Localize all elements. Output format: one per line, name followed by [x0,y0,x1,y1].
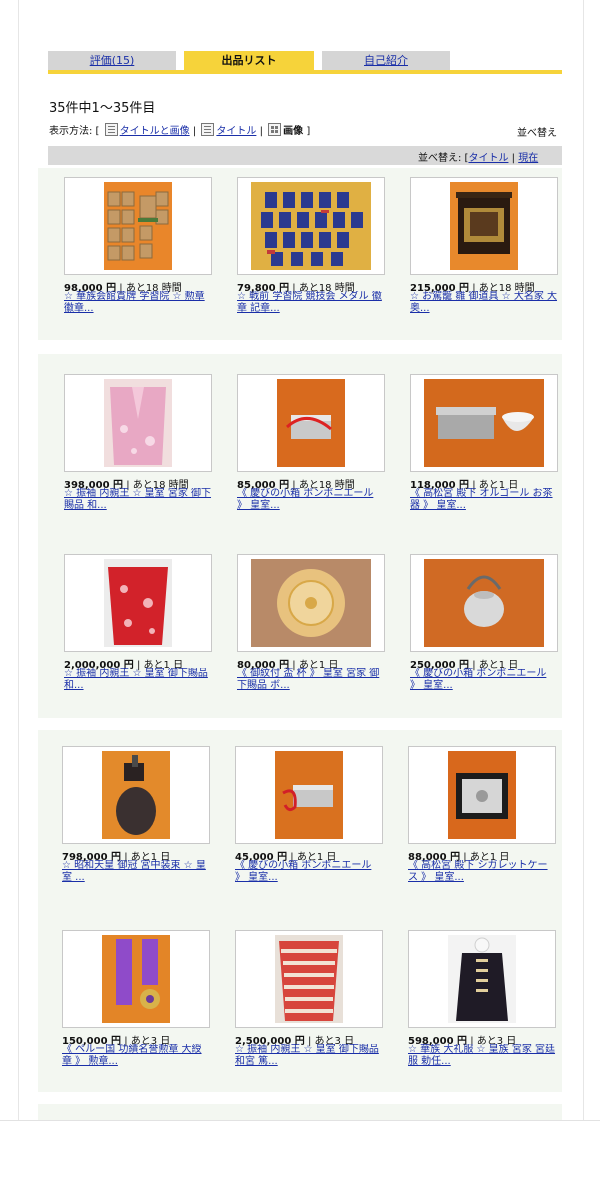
view-title-image-link[interactable]: タイトルと画像 [120,126,190,137]
sort-title-link[interactable]: タイトル [468,153,508,164]
item-title-link[interactable]: 《 ペルー国 功績名誉勲章 大綬章 》 勲章... [62,1044,210,1068]
item-thumbnail[interactable] [410,177,558,275]
separator: | [192,126,197,137]
silver-pot-photo [424,559,544,647]
item-title-link[interactable]: ☆ 振袖 内親王 ☆ 皇室 御下賜品 和... [64,668,212,692]
item-title-link[interactable]: ☆ 華族 大礼服 ☆ 皇族 宮家 宮廷服 勅任... [408,1044,556,1068]
item-title-link[interactable]: 《 慶びの小箱 ボンボニエール 》 皇室... [235,860,383,884]
striped-kimono-photo [275,935,343,1023]
item-title-link[interactable]: 《 御紋付 盃 杯 》 皇室 宮家 御下賜品 ボ... [237,668,385,692]
list-image-icon[interactable] [104,123,118,136]
item-thumbnail[interactable] [64,554,212,652]
item-group: 398,000 円 | あと18 時間 ☆ 振袖 内親王 ☆ 皇室 宮家 御下賜… [38,354,562,718]
tab-listings[interactable]: 出品リスト [184,51,314,70]
tab-profile-label[interactable]: 自己紹介 [364,54,408,67]
item-title-link[interactable]: ☆ 振袖 内親王 ☆ 皇室 御下賜品 和宮 篤... [235,1044,383,1068]
tiles-photo [104,182,172,270]
court-uniform-photo [448,935,516,1023]
bracket: ] [306,126,311,137]
item-thumbnail[interactable] [408,746,556,844]
item-thumbnail[interactable] [62,746,210,844]
sort-current-link[interactable]: 現在 [518,153,538,164]
item-thumbnail[interactable] [235,930,383,1028]
tab-profile[interactable]: 自己紹介 [322,51,450,70]
separator: | [511,153,516,164]
silver-box-photo [275,751,343,839]
view-image-current: 画像 [283,126,304,137]
silver-box-photo [277,379,345,467]
item-title-link[interactable]: 《 慶びの小箱 ボンボニエール 》 皇室... [410,668,558,692]
item-title-link[interactable]: ☆ 昭和天皇 御冠 宮中装束 ☆ 皇室 ... [62,860,210,884]
item-thumbnail[interactable] [64,374,212,472]
cigarette-case-photo [448,751,516,839]
cup-photo [251,559,371,647]
list-icon[interactable] [201,123,215,136]
item-title-link[interactable]: ☆ 振袖 内親王 ☆ 皇室 宮家 御下賜品 和... [64,488,212,512]
sort-bar: 並べ替え: [タイトル | 現在 [48,146,562,165]
result-count: 35件中1〜35件目 [49,101,156,116]
tab-ratings[interactable]: 評価(15) [48,51,176,70]
view-title-link[interactable]: タイトル [216,126,256,137]
pink-kimono-photo [104,379,172,467]
item-thumbnail[interactable] [237,554,385,652]
item-thumbnail[interactable] [235,746,383,844]
separator: | [259,126,263,137]
crown-photo [102,751,170,839]
item-title-link[interactable]: ☆ お駕籠 雛 御道具 ☆ 大名家 大奥... [410,291,558,315]
view-label: 表示方法: [ [49,126,100,137]
divider [0,1120,600,1121]
grid-icon [268,123,282,136]
item-thumbnail[interactable] [237,374,385,472]
tab-listings-label: 出品リスト [221,54,277,67]
item-title-link[interactable]: ☆ 戦前 学習院 競技会 メダル 徽章 記章... [237,291,385,315]
main-content: 評価(15) 出品リスト 自己紹介 35件中1〜35件目 表示方法: [ タイト… [38,40,562,1120]
item-group: 798,000 円 | あと1 日 ☆ 昭和天皇 御冠 宮中装束 ☆ 皇室 ..… [38,730,562,1092]
tab-underline [48,70,562,74]
item-thumbnail[interactable] [237,177,385,275]
item-thumbnail[interactable] [410,374,558,472]
sort-label: 並べ替え: [ [418,153,469,164]
medals-photo [251,182,371,270]
view-options: 表示方法: [ タイトルと画像 | タイトル | 画像 ] [49,122,310,137]
item-title-link[interactable]: 《 高松宮 殿下 オルゴール お茶器 》 皇室... [410,488,558,512]
item-thumbnail[interactable] [410,554,558,652]
item-group [38,1104,562,1120]
item-title-link[interactable]: 《 慶びの小箱 ボンボニエール 》 皇室... [237,488,385,512]
red-kimono-photo [104,559,172,647]
item-thumbnail[interactable] [62,930,210,1028]
item-group: 98,000 円 | あと18 時間 ☆ 華族会館賞牌 学習院 ☆ 勲章 徽章.… [38,168,562,340]
item-thumbnail[interactable] [64,177,212,275]
music-box-photo [424,379,544,467]
sort-label-truncated: 並べ替え [517,128,557,139]
item-thumbnail[interactable] [408,930,556,1028]
item-title-link[interactable]: 《 高松宮 殿下 シガレットケース 》 皇室... [408,860,556,884]
item-title-link[interactable]: ☆ 華族会館賞牌 学習院 ☆ 勲章 徽章... [64,291,212,315]
sash-medal-photo [102,935,170,1023]
palanquin-photo [450,182,518,270]
tab-ratings-label[interactable]: 評価(15) [90,54,135,67]
